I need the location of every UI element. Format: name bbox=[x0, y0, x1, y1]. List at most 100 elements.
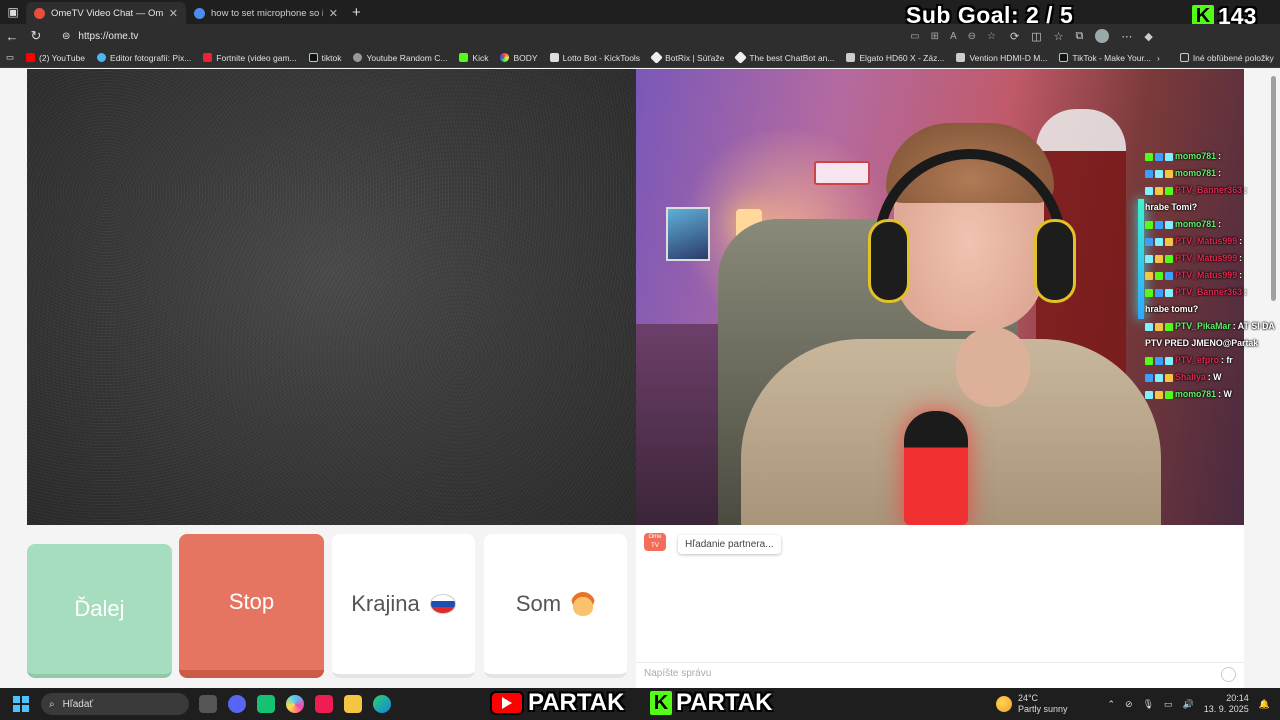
notifications-icon[interactable]: 🔔 bbox=[1259, 699, 1270, 710]
chat-badge-icon bbox=[1165, 271, 1173, 280]
chat-nick: momo781 bbox=[1175, 219, 1217, 229]
clock[interactable]: 20:14 13. 9. 2025 bbox=[1204, 693, 1249, 715]
block-icon[interactable]: ⊖ bbox=[968, 31, 976, 42]
chat-badge-icon bbox=[1155, 254, 1163, 263]
boy-emoji-icon bbox=[571, 592, 596, 616]
next-button[interactable]: Ďalej bbox=[27, 544, 172, 678]
bookmark-tiktok-make[interactable]: TikTok - Make Your... bbox=[1053, 53, 1157, 63]
chat-nick: PTV_Banner363 bbox=[1175, 185, 1242, 195]
microphone-icon[interactable]: 🎙 bbox=[1143, 699, 1154, 710]
chat-nick: Shaliya bbox=[1175, 372, 1206, 382]
weather-desc: Partly sunny bbox=[1017, 704, 1068, 714]
back-icon[interactable]: ← bbox=[0, 29, 24, 44]
chat-badge-icon bbox=[1155, 220, 1163, 229]
tab-search[interactable]: how to set microphone so it dont ✕ bbox=[186, 2, 346, 24]
chat-text: : bbox=[1218, 219, 1222, 229]
chrome-like-icon[interactable] bbox=[286, 695, 304, 713]
bookmark-pixlr[interactable]: Editor fotografií: Pix... bbox=[91, 53, 197, 63]
chat-nick: momo781 bbox=[1175, 168, 1217, 178]
chat-line: PTV_PikaMar : AT SI DA bbox=[1145, 318, 1280, 335]
bookmark-lotto-bot[interactable]: Lotto Bot - KickTools bbox=[544, 53, 646, 63]
display-icon[interactable]: ▭ bbox=[1164, 699, 1173, 710]
tab-actions-icon[interactable]: ▣ bbox=[0, 0, 26, 24]
ometv-page: Ďalej Stop Krajina Som Ome TV Hľadanie p… bbox=[0, 68, 1280, 688]
country-button[interactable]: Krajina bbox=[332, 534, 475, 678]
edge-icon[interactable] bbox=[373, 695, 391, 713]
chat-badge-icon bbox=[1145, 288, 1153, 297]
bookmark-fortnite[interactable]: Fortnite (video gam... bbox=[197, 53, 302, 63]
camera-icon[interactable]: ▭ bbox=[910, 31, 919, 42]
copilot-icon[interactable]: ◆ bbox=[1144, 30, 1152, 43]
tiktok-icon bbox=[1059, 53, 1069, 62]
youtube-partak-label: PARTAK bbox=[528, 689, 625, 716]
search-favicon-icon bbox=[194, 7, 205, 19]
message-input[interactable]: Napíšte správu bbox=[636, 662, 1244, 684]
chat-line: PTV_Matus999 : bbox=[1145, 233, 1280, 250]
bookmark-kick[interactable]: Kick bbox=[453, 53, 494, 63]
bookmark-vention[interactable]: Vention HDMI-D M... bbox=[950, 53, 1053, 63]
stop-label: Stop bbox=[228, 589, 275, 614]
new-tab-icon[interactable]: + bbox=[352, 4, 361, 21]
youtube-logo-icon bbox=[490, 691, 524, 715]
collections-icon[interactable]: ⧉ bbox=[1076, 30, 1084, 43]
static-noise bbox=[27, 69, 636, 525]
windows-start-icon[interactable] bbox=[13, 696, 29, 712]
file-explorer-icon[interactable] bbox=[344, 695, 362, 713]
vention-icon bbox=[956, 53, 966, 62]
youtube-partak-overlay: PARTAK bbox=[490, 689, 624, 717]
chevron-right-icon[interactable]: › bbox=[1157, 53, 1160, 63]
bookmark-youtube[interactable]: (2) YouTube bbox=[20, 53, 91, 63]
gender-button[interactable]: Som bbox=[484, 534, 627, 678]
volume-icon[interactable]: 🔊 bbox=[1183, 699, 1194, 710]
weather-widget[interactable]: 24°C Partly sunny bbox=[995, 693, 1068, 715]
chat-nick: momo781 bbox=[1175, 389, 1217, 399]
app-icon[interactable]: ⊞ bbox=[931, 31, 939, 42]
status-message: Hľadanie partnera... bbox=[678, 535, 781, 554]
bookmark-youtube-random[interactable]: Youtube Random C... bbox=[347, 53, 453, 63]
split-screen-icon[interactable]: ◫ bbox=[1031, 30, 1041, 43]
bookmark-elgato[interactable]: Elgato HD60 X - Záz... bbox=[840, 53, 950, 63]
tab-title: how to set microphone so it dont bbox=[211, 7, 323, 19]
favorites-icon[interactable]: ☆ bbox=[1054, 30, 1064, 43]
tiktok-app-icon[interactable] bbox=[315, 695, 333, 713]
stop-button[interactable]: Stop bbox=[179, 534, 324, 678]
extensions-icon[interactable]: ⟳ bbox=[1010, 30, 1019, 43]
chat-badge-icon bbox=[1165, 169, 1173, 178]
close-tab-icon[interactable]: ✕ bbox=[329, 7, 338, 20]
search-icon: ⌕ bbox=[49, 698, 55, 710]
close-tab-icon[interactable]: ✕ bbox=[169, 7, 178, 20]
network-icon[interactable]: ⊘ bbox=[1125, 699, 1133, 710]
other-bookmarks[interactable]: Iné obľúbené položky bbox=[1174, 53, 1280, 63]
bookmarks-menu-icon[interactable]: ▭ bbox=[0, 52, 20, 63]
time: 20:14 bbox=[1226, 693, 1249, 703]
chat-text: : bbox=[1244, 185, 1247, 195]
bookmark-tiktok[interactable]: tiktok bbox=[303, 53, 348, 63]
elgato-icon bbox=[846, 53, 856, 62]
chat-nick: PTV_Matus999 bbox=[1175, 236, 1238, 246]
discord-icon[interactable] bbox=[228, 695, 246, 713]
favorite-icon[interactable]: ☆ bbox=[987, 31, 996, 42]
chat-text: : bbox=[1239, 236, 1243, 246]
wall-poster bbox=[666, 207, 710, 261]
botrix-icon bbox=[650, 51, 663, 64]
taskbar-search[interactable]: ⌕ Hľadať bbox=[41, 693, 189, 715]
reload-icon[interactable]: ↻ bbox=[24, 28, 48, 44]
chat-badge-icon bbox=[1145, 237, 1153, 246]
tab-ometv[interactable]: OmeTV Video Chat — Ome ✕ bbox=[26, 2, 186, 24]
url-field[interactable]: ⊜ https://ome.tv ▭ ⊞ A ⊖ ☆ bbox=[54, 26, 1004, 46]
reader-icon[interactable]: A bbox=[950, 31, 957, 42]
profile-avatar[interactable] bbox=[1095, 29, 1110, 43]
app-green-icon[interactable] bbox=[257, 695, 275, 713]
site-info-icon[interactable]: ⊜ bbox=[62, 31, 70, 42]
chevron-up-icon[interactable]: ⌃ bbox=[1107, 699, 1115, 710]
more-icon[interactable]: ⋯ bbox=[1121, 30, 1132, 43]
emoji-icon[interactable] bbox=[1221, 667, 1236, 682]
task-view-icon[interactable] bbox=[199, 695, 217, 713]
bookmark-botrix[interactable]: BotRix | Súťaže bbox=[646, 51, 730, 64]
bookmark-chatbot[interactable]: The best ChatBot an... bbox=[730, 51, 840, 64]
bookmark-body[interactable]: BODY bbox=[494, 53, 543, 63]
chat-badge-icon bbox=[1155, 237, 1163, 246]
chat-badge-icon bbox=[1145, 254, 1153, 263]
chat-badge-icon bbox=[1165, 186, 1173, 195]
chat-text: : W bbox=[1218, 389, 1232, 399]
